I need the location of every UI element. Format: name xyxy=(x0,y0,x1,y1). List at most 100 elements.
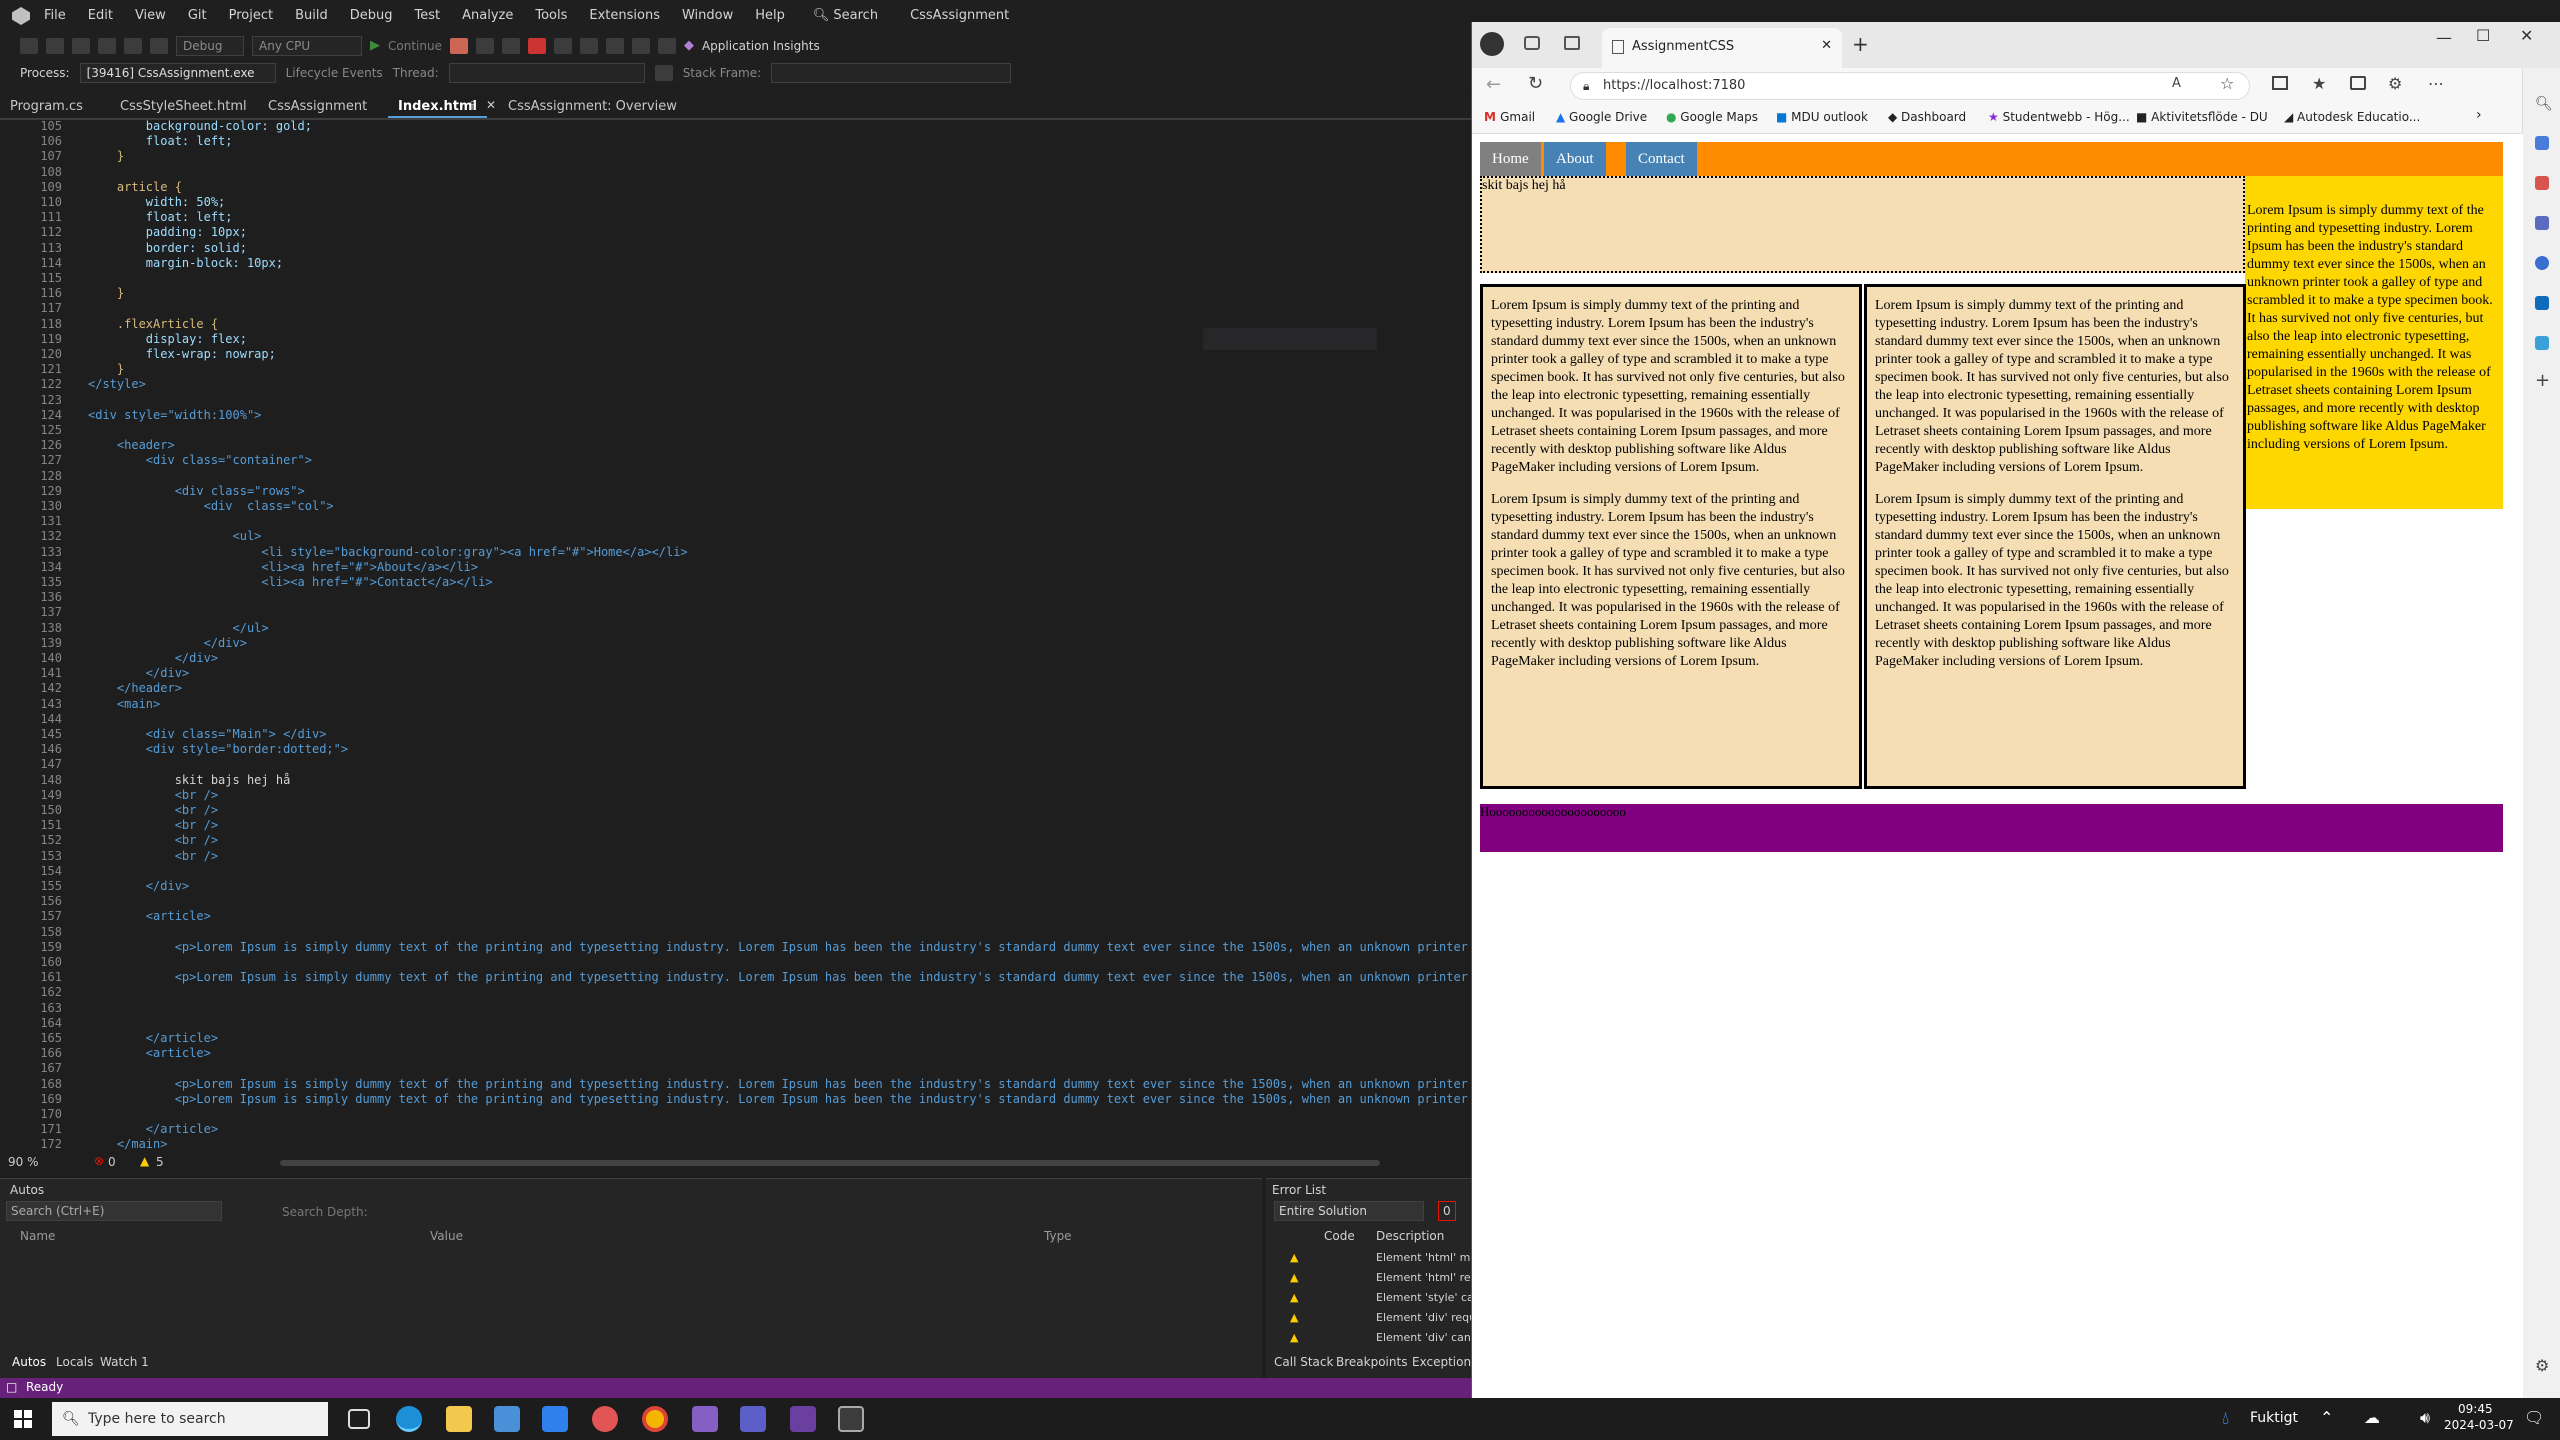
code-line[interactable]: flex-wrap: nowrap; xyxy=(88,347,276,362)
nav-home[interactable]: Home xyxy=(1480,142,1541,176)
filter-icon[interactable] xyxy=(654,65,673,81)
code-line[interactable]: border: solid; xyxy=(88,241,247,256)
start-icon[interactable] xyxy=(14,1410,32,1428)
error-row[interactable]: ▲ Element 'div' cann xyxy=(1266,1329,1471,1347)
mail-icon[interactable] xyxy=(542,1406,568,1432)
error-row[interactable]: ▲ Element 'style' ca xyxy=(1266,1289,1471,1307)
code-line[interactable]: </div> xyxy=(88,651,218,666)
continue-button[interactable]: Continue xyxy=(388,37,442,55)
code-line[interactable]: <br /> xyxy=(88,818,218,833)
horizontal-scrollbar[interactable] xyxy=(280,1160,1380,1166)
code-line[interactable]: <br /> xyxy=(88,849,218,864)
fav-studentwebb[interactable]: ★ Studentwebb - Hög... xyxy=(1988,110,2130,124)
fav-aktivitetsflode[interactable]: ■ Aktivitetsflöde - DU xyxy=(2136,110,2268,124)
menu-project[interactable]: Project xyxy=(229,7,273,25)
stop-icon[interactable] xyxy=(527,38,546,54)
tab-watch-1[interactable]: Watch 1 xyxy=(100,1353,149,1371)
code-line[interactable]: <p>Lorem Ipsum is simply dummy text of t… xyxy=(88,940,1471,955)
error-count[interactable]: 0 xyxy=(108,1155,116,1169)
clock-date[interactable]: 2024-03-07 xyxy=(2444,1418,2514,1432)
code-line[interactable]: <ul> xyxy=(88,529,261,544)
code-line[interactable]: padding: 10px; xyxy=(88,225,247,240)
pin-icon[interactable]: ⫯ xyxy=(470,98,475,113)
code-line[interactable]: width: 50%; xyxy=(88,195,225,210)
fav-gmail[interactable]: M Gmail xyxy=(1484,110,1535,124)
code-line[interactable]: <div class="rows"> xyxy=(88,484,305,499)
save-icon[interactable] xyxy=(72,38,90,54)
tab-program-cs[interactable]: Program.cs xyxy=(0,96,93,118)
bookmark-icon[interactable] xyxy=(657,38,676,54)
zoom-level[interactable]: 90 % xyxy=(8,1155,39,1169)
chrome-icon[interactable] xyxy=(642,1406,668,1432)
code-line[interactable]: float: left; xyxy=(88,134,233,149)
clock-time[interactable]: 09:45 xyxy=(2458,1402,2493,1416)
favorites-overflow-icon[interactable]: › xyxy=(2476,107,2482,123)
error-filter-badge[interactable]: 0 xyxy=(1438,1201,1456,1221)
back-icon[interactable] xyxy=(20,38,38,54)
app-insights-icon[interactable]: ◆ xyxy=(684,37,694,55)
code-line[interactable]: </div> xyxy=(88,666,189,681)
outlook-icon[interactable] xyxy=(2535,296,2549,310)
pause-icon[interactable] xyxy=(501,38,520,54)
store-icon[interactable] xyxy=(494,1406,520,1432)
calculator-icon[interactable] xyxy=(838,1406,864,1432)
code-line[interactable]: } xyxy=(88,149,124,164)
tab-call-stack[interactable]: Call Stack xyxy=(1274,1353,1333,1371)
close-tab-icon[interactable]: ✕ xyxy=(486,98,496,112)
error-row[interactable]: ▲ Element 'html' re xyxy=(1266,1269,1471,1287)
save-all-icon[interactable] xyxy=(98,38,116,54)
code-line[interactable]: skit bajs hej hå xyxy=(88,773,291,788)
weather-text[interactable]: Fuktigt xyxy=(2250,1410,2298,1426)
refresh-icon[interactable]: ↻ xyxy=(1528,73,1543,94)
code-line[interactable]: </article> xyxy=(88,1122,218,1137)
code-line[interactable]: <article> xyxy=(88,1046,211,1061)
open-icon[interactable] xyxy=(46,38,64,54)
app-insights-button[interactable]: Application Insights xyxy=(702,37,820,55)
code-line[interactable]: .flexArticle { xyxy=(88,317,218,332)
code-line[interactable]: </main> xyxy=(88,1137,168,1152)
redo-icon[interactable] xyxy=(150,38,168,54)
terminal-icon[interactable] xyxy=(790,1406,816,1432)
nav-about[interactable]: About xyxy=(1544,142,1606,176)
tools-icon[interactable] xyxy=(2535,176,2549,190)
menu-view[interactable]: View xyxy=(135,7,166,25)
tray-chevron-icon[interactable]: ⌃ xyxy=(2320,1408,2333,1427)
minimize-icon[interactable]: — xyxy=(2436,28,2452,47)
platform-select[interactable]: Any CPU xyxy=(252,36,362,56)
back-icon[interactable]: ← xyxy=(1486,74,1501,95)
fav-mdu-outlook[interactable]: ■ MDU outlook xyxy=(1776,110,1868,124)
office-icon[interactable] xyxy=(2535,256,2549,270)
code-line[interactable]: float: left; xyxy=(88,210,233,225)
code-line[interactable]: <div class="Main"> </div> xyxy=(88,727,327,742)
menu-extensions[interactable]: Extensions xyxy=(589,7,660,25)
code-line[interactable]: </style> xyxy=(88,377,146,392)
menu-analyze[interactable]: Analyze xyxy=(462,7,513,25)
weather-icon[interactable]: 💧︎ xyxy=(2222,1408,2229,1429)
process-select[interactable]: [39416] CssAssignment.exe xyxy=(79,63,276,83)
task-view-icon[interactable] xyxy=(348,1409,370,1429)
tab-cssstylesheet-html[interactable]: CssStyleSheet.html xyxy=(110,96,257,118)
fav-dashboard[interactable]: ◆ Dashboard xyxy=(1888,110,1966,124)
favorite-icon[interactable]: ☆ xyxy=(2220,74,2234,93)
code-line[interactable]: <p>Lorem Ipsum is simply dummy text of t… xyxy=(88,970,1471,985)
lifecycle-events-button[interactable]: Lifecycle Events xyxy=(286,64,383,82)
step-over-icon[interactable] xyxy=(579,38,598,54)
edge-app-icon[interactable] xyxy=(396,1406,422,1432)
code-line[interactable]: <header> xyxy=(88,438,175,453)
warning-count[interactable]: 5 xyxy=(156,1155,164,1169)
code-editor[interactable]: 105 106 107 108 109 110 111 112 113 114 115 116 117 1… xyxy=(0,120,1471,1152)
refresh-icon[interactable] xyxy=(475,38,494,54)
code-line[interactable]: } xyxy=(88,362,124,377)
code-line[interactable]: article { xyxy=(88,180,182,195)
search-autos-input[interactable]: Search (Ctrl+E) xyxy=(6,1201,222,1221)
vs-search-button[interactable]: Search xyxy=(833,7,878,25)
maximize-icon[interactable]: ☐ xyxy=(2476,26,2490,45)
app-icon[interactable] xyxy=(592,1406,618,1432)
tab-overview[interactable]: CssAssignment: Overview xyxy=(498,96,687,118)
search-icon[interactable]: 🔍︎ xyxy=(813,7,830,25)
tab-actions-icon[interactable] xyxy=(1564,36,1580,50)
code-line[interactable]: background-color: gold; xyxy=(88,120,312,134)
close-window-icon[interactable]: ✕ xyxy=(2520,26,2533,45)
step-out-icon[interactable] xyxy=(631,38,650,54)
restart-icon[interactable] xyxy=(553,38,572,54)
